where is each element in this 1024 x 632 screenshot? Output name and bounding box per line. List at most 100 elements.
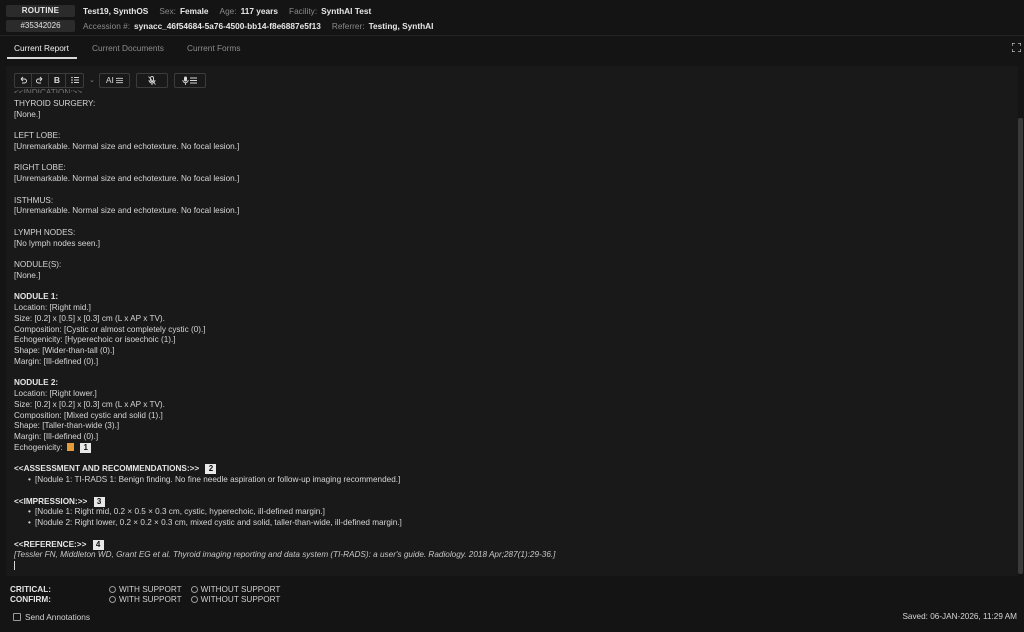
nodules-heading: NODULE(S): [14,260,62,269]
nodule-2-margin[interactable]: Margin: [Ill-defined (0).] [14,432,1014,443]
send-annotations-checkbox[interactable] [13,613,21,621]
report-cut-line: <<INDICATION:>> [14,88,83,93]
nodules-value[interactable]: [None.] [14,271,1014,282]
nodule-1-shape[interactable]: Shape: [Wider-than-tall (0).] [14,346,1014,357]
referrer-label: Referrer: [331,20,365,31]
nodule-1-location[interactable]: Location: [Right mid.] [14,303,1014,314]
right-lobe-heading: RIGHT LOBE: [14,163,66,173]
reference-heading: <<REFERENCE:>> [14,539,87,549]
critical-row: CRITICAL: WITH SUPPORT WITHOUT SUPPORT [10,584,289,594]
ai-button-content: AI [100,74,129,87]
radio-label: WITHOUT SUPPORT [200,584,281,594]
left-lobe-heading: LEFT LOBE: [14,131,61,140]
isthmus-heading: ISTHMUS: [14,195,54,205]
bullet-list-icon[interactable] [66,74,83,87]
annotation-marker-4[interactable]: 4 [92,539,104,550]
ai-button[interactable]: AI [98,72,130,88]
accession-value: synacc_46f54684-5a76-4500-bb14-f8e6887e5… [134,20,321,31]
lymph-nodes-value[interactable]: [No lymph nodes seen.] [14,239,1014,250]
nodule-2-shape[interactable]: Shape: [Taller-than-wide (3).] [14,421,1014,432]
send-annotations-label: Send Annotations [25,612,91,622]
impression-heading-line: <<IMPRESSION:>> 3 [14,496,1014,508]
patient-header-row-2: #35342026 Accession #: synacc_46f54684-5… [6,19,444,32]
dictation-button[interactable] [173,72,206,88]
patient-header: ROUTINE Test19, SynthOS Sex: Female Age:… [0,0,1024,36]
send-annotations-toggle[interactable]: Send Annotations [13,612,90,622]
reference-item[interactable]: [Tessler FN, Middleton WD, Grant EG et a… [14,550,1014,561]
annotation-marker-2[interactable]: 2 [205,464,217,475]
nodule-1-heading: NODULE 1: [14,292,59,302]
radio-label: WITH SUPPORT [119,594,182,604]
facility-value: SynthAI Test [321,5,372,16]
list-icon [115,77,123,83]
annotation-marker-1[interactable]: 1 [80,442,92,453]
report-text[interactable]: <<INDICATION:>> THYROID SURGERY: [None.]… [14,88,1014,572]
nodule-1-margin[interactable]: Margin: [Ill-defined (0).] [14,357,1014,368]
left-lobe-value[interactable]: [Unremarkable. Normal size and echotextu… [14,142,1014,153]
active-tab-indicator [7,57,77,59]
confirm-without-support-radio[interactable]: WITHOUT SUPPORT [190,594,281,604]
mic-off-icon [137,74,167,87]
isthmus-value[interactable]: [Unremarkable. Normal size and echotextu… [14,206,1014,217]
tab-current-documents[interactable]: Current Documents [92,43,164,53]
patient-header-row-1: ROUTINE Test19, SynthOS Sex: Female Age:… [6,4,382,17]
critical-with-support-radio[interactable]: WITH SUPPORT [109,585,182,594]
mic-icon [175,74,205,87]
tab-current-forms[interactable]: Current Forms [187,43,240,53]
age-value: 117 years [240,5,278,16]
annotation-marker-3[interactable]: 3 [93,496,105,507]
impression-heading: <<IMPRESSION:>> [14,496,88,506]
impression-item-2[interactable]: [Nodule 2: Right lower, 0.2 × 0.2 × 0.3 … [14,518,1014,529]
tab-current-report[interactable]: Current Report [14,43,69,53]
priority-badge: ROUTINE [6,4,75,17]
nodule-1-size[interactable]: Size: [0.2] x [0.5] x [0.3] cm (L x AP x… [14,314,1014,325]
facility-label: Facility: [289,5,318,16]
tab-bar: Current Report Current Documents Current… [0,37,1024,59]
radio-icon [109,595,116,603]
confirm-label: CONFIRM: [10,594,51,604]
bold-button[interactable]: B [49,73,66,87]
text-cursor-line[interactable] [14,561,1014,572]
editor-scrollbar[interactable] [1018,118,1023,574]
right-lobe-value[interactable]: [Unremarkable. Normal size and echotextu… [14,174,1014,185]
assessment-heading-line: <<ASSESSMENT AND RECOMMENDATIONS:>> 2 [14,464,1014,475]
radio-icon [109,585,116,593]
critical-label: CRITICAL: [10,584,51,594]
referrer-value: Testing, SynthAI [368,20,434,31]
assessment-item[interactable]: [Nodule 1: TI-RADS 1: Benign finding. No… [14,475,1014,486]
redo-icon[interactable] [32,73,49,87]
nodule-2-size[interactable]: Size: [0.2] x [0.2] x [0.3] cm (L x AP x… [14,400,1014,411]
nodule-1-composition[interactable]: Composition: [Cystic or almost completel… [14,325,1014,336]
nodule-2-location[interactable]: Location: [Right lower.] [14,389,1014,400]
pending-field-highlight[interactable] [66,442,74,451]
undo-icon[interactable] [15,73,32,87]
nodule-2-composition[interactable]: Composition: [Mixed cystic and solid (1)… [14,411,1014,422]
thyroid-surgery-value[interactable]: [None.] [14,110,1014,121]
expand-icon[interactable] [1011,42,1022,53]
accession-label: Accession #: [83,20,131,31]
radio-icon [190,595,198,603]
critical-without-support-radio[interactable]: WITHOUT SUPPORT [190,584,281,594]
sex-value: Female [179,5,209,16]
radio-label: WITH SUPPORT [119,584,182,594]
nodule-2-echogenicity-line[interactable]: Echogenicity: 1 [14,442,1014,454]
impression-item-1[interactable]: [Nodule 1: Right mid, 0.2 × 0.5 × 0.3 cm… [14,507,1014,518]
mute-mic-button[interactable] [135,72,168,88]
nodule-1-echogenicity[interactable]: Echogenicity: [Hyperechoic or isoechoic … [14,335,1014,346]
patient-name: Test19, SynthOS [83,5,149,16]
radio-label: WITHOUT SUPPORT [200,594,281,604]
nodule-2-heading: NODULE 2: [14,378,59,388]
editor-toolbar: B ⌄ AI [14,72,212,88]
chevron-down-icon[interactable]: ⌄ [89,76,95,84]
confirm-with-support-radio[interactable]: WITH SUPPORT [109,595,182,604]
text-cursor [14,561,15,570]
